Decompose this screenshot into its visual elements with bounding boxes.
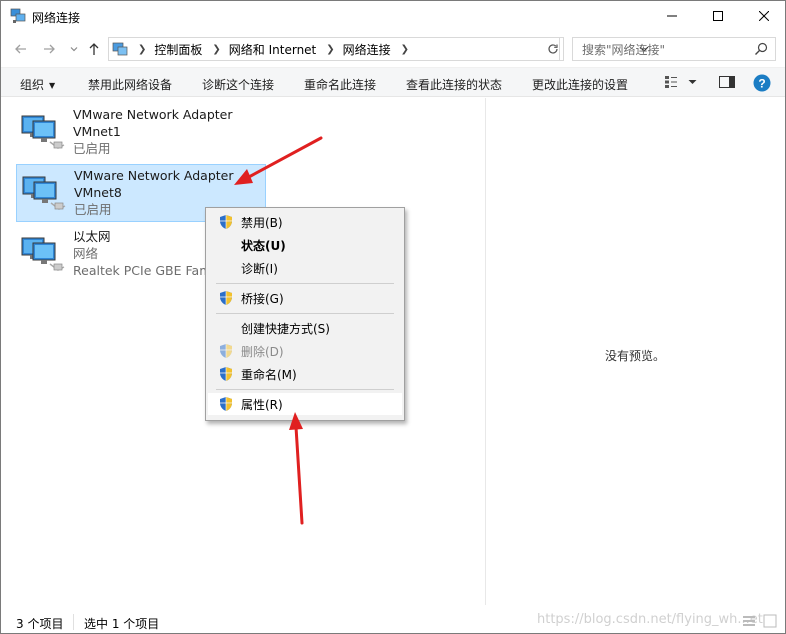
connection-item-vmnet1[interactable]: VMware Network Adapter VMnet1 已启用 <box>16 104 266 162</box>
breadcrumb-network-connections[interactable]: 网络连接 <box>343 41 391 58</box>
item-count: 3 个项目 <box>16 617 64 631</box>
menu-separator <box>216 389 394 390</box>
refresh-button[interactable] <box>542 37 564 61</box>
search-input[interactable]: 搜索"网络连接" <box>582 41 753 58</box>
organize-menu-button[interactable]: 组织 ▼ <box>20 76 55 93</box>
command-bar: 组织 ▼ 禁用此网络设备 诊断这个连接 重命名此连接 查看此连接的状态 更改此连接… <box>1 67 785 97</box>
watermark-text: https://blog.csdn.net/flying_wh...et <box>537 612 763 627</box>
menu-item-label: 禁用(B) <box>241 215 283 230</box>
minimize-button[interactable] <box>649 1 695 31</box>
menu-item-diagnose[interactable]: 诊断(I) <box>208 257 402 279</box>
up-arrow-icon <box>89 43 99 55</box>
breadcrumb-control-panel[interactable]: 控制面板 <box>154 41 202 58</box>
status-divider <box>73 614 74 630</box>
breadcrumb-separator-icon: ❯ <box>400 43 410 55</box>
up-button[interactable] <box>85 40 103 58</box>
connection-status: 已启用 <box>73 141 111 156</box>
connection-name: VMware Network Adapter <box>73 107 233 122</box>
menu-item-label: 属性(R) <box>241 397 283 412</box>
menu-item-label: 重命名(M) <box>241 367 297 382</box>
uac-shield-icon <box>220 215 233 229</box>
connection-device: Realtek PCIe GBE Fami <box>73 263 215 278</box>
forward-arrow-icon <box>44 44 55 54</box>
minimize-icon <box>667 15 677 17</box>
menu-item-label: 删除(D) <box>241 344 284 359</box>
help-icon[interactable]: ? <box>753 74 771 92</box>
menu-item-label: 桥接(G) <box>241 291 284 306</box>
breadcrumb-separator-icon: ❯ <box>326 43 335 55</box>
title-bar: 网络连接 <box>1 1 785 32</box>
uac-shield-icon <box>220 397 233 411</box>
context-menu: 禁用(B) 状态(U) 诊断(I) 桥接(G) 创建快捷方式(S) 删除(D) … <box>205 207 405 421</box>
connection-name: 以太网 <box>73 229 111 244</box>
back-arrow-icon <box>15 44 26 54</box>
menu-item-label: 状态(U) <box>241 238 286 253</box>
recent-dropdown-button[interactable] <box>65 40 83 58</box>
view-status-button[interactable]: 查看此连接的状态 <box>406 76 502 93</box>
menu-item-label: 创建快捷方式(S) <box>241 321 330 336</box>
organize-label: 组织 <box>20 78 45 92</box>
selected-count: 选中 1 个项目 <box>84 617 160 631</box>
menu-item-properties[interactable]: 属性(R) <box>208 393 402 415</box>
menu-item-label: 诊断(I) <box>241 261 278 276</box>
uac-shield-icon <box>220 367 233 381</box>
address-bar[interactable]: ❯ 控制面板 ❯ 网络和 Internet ❯ 网络连接 ❯ <box>108 37 649 61</box>
connection-subname: VMnet8 <box>74 185 122 200</box>
menu-item-disable[interactable]: 禁用(B) <box>208 211 402 233</box>
chevron-down-icon <box>70 47 78 52</box>
ethernet-adapter-icon <box>21 237 65 271</box>
change-view-icon[interactable] <box>664 75 678 89</box>
rename-connection-button[interactable]: 重命名此连接 <box>304 76 376 93</box>
menu-item-bridge[interactable]: 桥接(G) <box>208 287 402 309</box>
preview-pane-text: 没有预览。 <box>605 349 666 363</box>
large-icons-view-icon[interactable] <box>763 614 777 628</box>
view-options-chevron-icon[interactable] <box>688 79 697 86</box>
uac-shield-icon <box>220 344 233 358</box>
svg-text:?: ? <box>758 77 765 91</box>
change-settings-button[interactable]: 更改此连接的设置 <box>532 76 628 93</box>
preview-pane-icon[interactable] <box>719 75 735 89</box>
status-bar: 3 个项目 选中 1 个项目 https://blog.csdn.net/fly… <box>1 609 785 633</box>
breadcrumb-network-internet[interactable]: 网络和 Internet <box>229 41 316 58</box>
preview-pane-divider[interactable] <box>485 98 486 605</box>
dropdown-arrow-icon: ▼ <box>49 81 56 90</box>
back-button[interactable] <box>12 40 30 58</box>
maximize-button[interactable] <box>695 1 741 31</box>
search-box[interactable]: 搜索"网络连接" <box>572 37 776 61</box>
breadcrumb-separator-icon: ❯ <box>212 43 221 55</box>
vertical-scrollbar[interactable] <box>768 98 785 605</box>
search-icon[interactable] <box>753 41 769 57</box>
details-view-icon[interactable] <box>742 614 756 628</box>
close-icon <box>759 11 769 21</box>
refresh-icon <box>547 44 558 54</box>
network-adapter-icon <box>21 115 65 149</box>
uac-shield-icon <box>220 291 233 305</box>
network-connections-icon <box>10 8 26 23</box>
connection-text: 以太网 网络 Realtek PCIe GBE Fami <box>73 228 215 279</box>
network-adapter-icon <box>22 176 66 210</box>
menu-separator <box>216 283 394 284</box>
menu-item-status[interactable]: 状态(U) <box>208 234 402 256</box>
disable-device-button[interactable]: 禁用此网络设备 <box>88 76 172 93</box>
forward-button[interactable] <box>40 40 58 58</box>
connection-text: VMware Network Adapter VMnet1 已启用 <box>73 106 233 157</box>
menu-item-delete: 删除(D) <box>208 340 402 362</box>
maximize-icon <box>713 11 723 21</box>
connection-subname: 网络 <box>73 246 99 261</box>
close-button[interactable] <box>741 1 785 31</box>
navigation-bar: ❯ 控制面板 ❯ 网络和 Internet ❯ 网络连接 ❯ 搜索"网络连接" <box>1 32 785 64</box>
control-panel-icon <box>112 42 128 56</box>
menu-separator <box>216 313 394 314</box>
breadcrumb-separator-icon: ❯ <box>138 43 147 55</box>
connection-name: VMware Network Adapter <box>74 168 234 183</box>
window-title: 网络连接 <box>32 11 81 25</box>
menu-item-create-shortcut[interactable]: 创建快捷方式(S) <box>208 317 402 339</box>
menu-item-rename[interactable]: 重命名(M) <box>208 363 402 385</box>
connection-subname: VMnet1 <box>73 124 121 139</box>
network-connections-window: 网络连接 ❯ 控制面板 ❯ 网络和 Internet ❯ 网络连接 ❯ 搜索"网… <box>0 0 786 634</box>
diagnose-connection-button[interactable]: 诊断这个连接 <box>202 76 274 93</box>
